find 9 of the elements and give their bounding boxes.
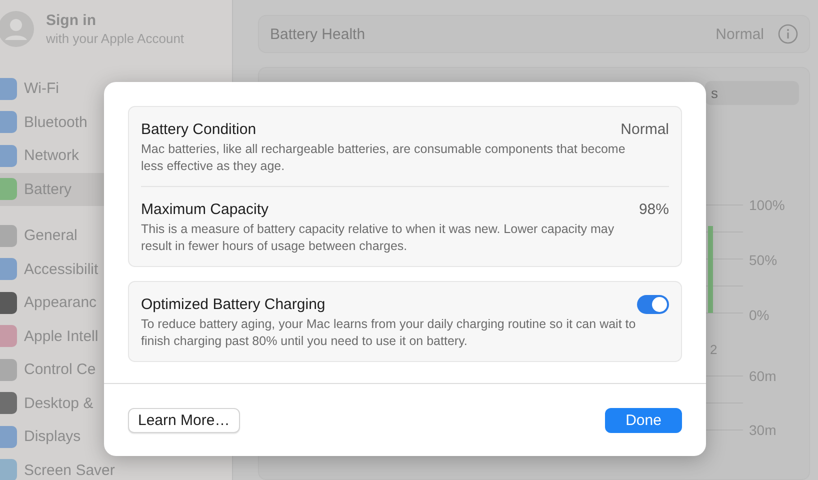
row-title: Battery Condition: [141, 120, 256, 138]
row-title: Maximum Capacity: [141, 200, 269, 218]
row-title: Optimized Battery Charging: [141, 296, 326, 312]
row-description: This is a measure of battery capacity relative to when it was new. Lower capacity may result in fewer hours of usage between charges.: [141, 221, 616, 255]
row-description: To reduce battery aging, your Mac learns from your daily charging routine so it can wait to finish charging past 80% until you need to use it on battery.: [141, 316, 637, 350]
health-label: Battery Health: [270, 26, 366, 42]
row-value: 98%: [638, 200, 669, 218]
row-value: Normal: [620, 120, 669, 138]
row-description: Mac batteries, like all rechargeable batteries, are consumable components that become less effective as they age.: [141, 141, 626, 175]
